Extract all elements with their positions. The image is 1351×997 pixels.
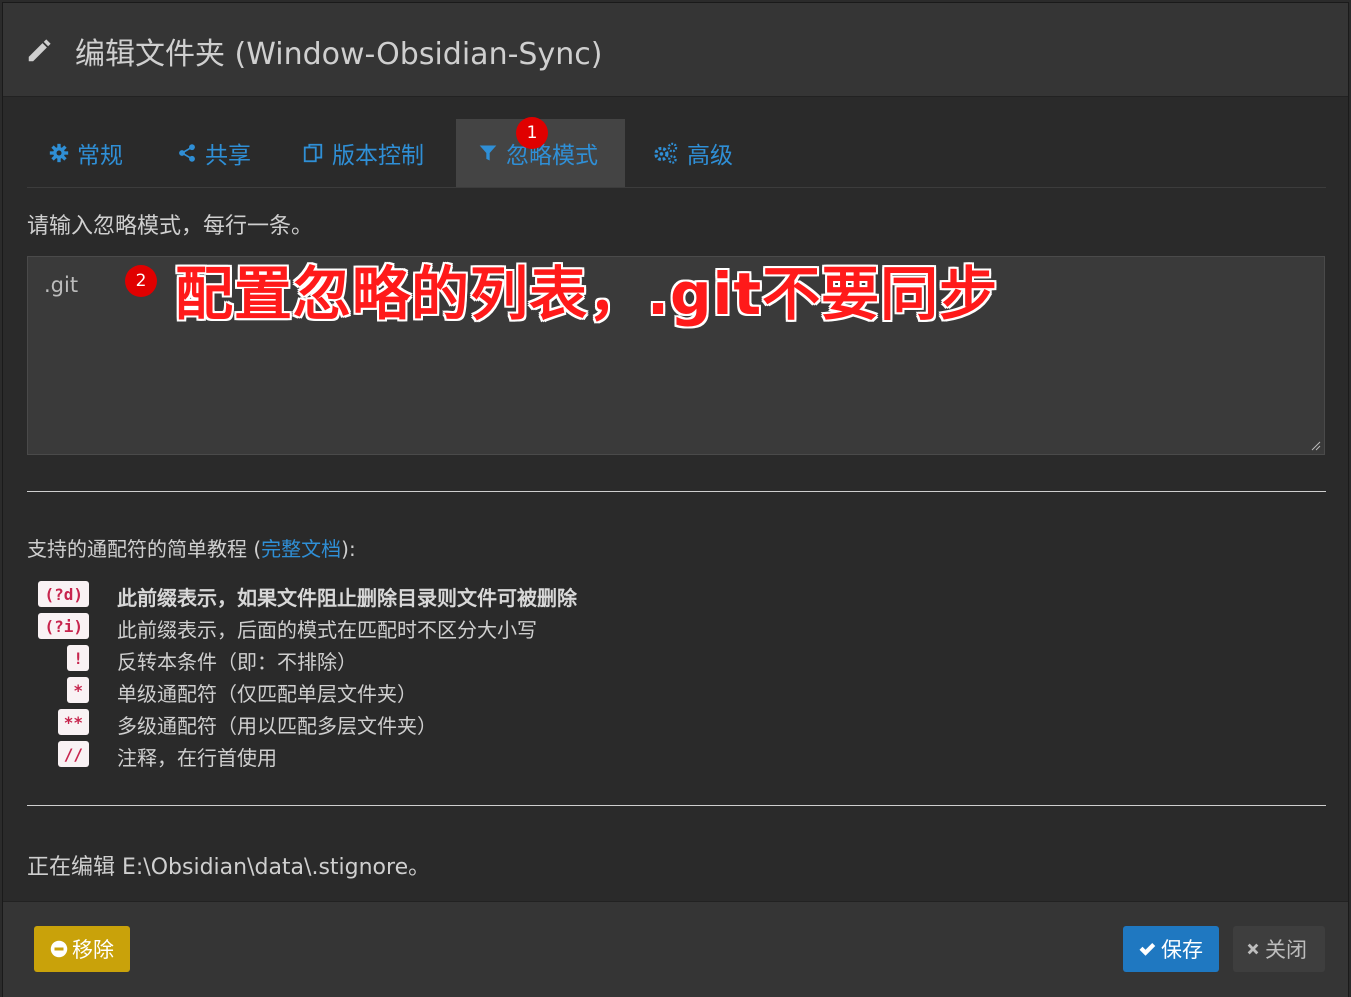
wildcard-intro-prefix: 支持的通配符的简单教程 (	[27, 537, 262, 561]
tab-versioning[interactable]: 版本控制	[280, 119, 446, 187]
ignore-prompt: 请输入忽略模式，每行一条。	[27, 214, 314, 239]
save-button[interactable]: 保存	[1123, 926, 1219, 972]
annotation-badge-1: 1	[516, 117, 548, 149]
annotation-badge-2: 2	[125, 265, 157, 297]
wildcard-row: // 注释，在行首使用	[27, 741, 927, 771]
modal-header: 编辑文件夹 (Window-Obsidian-Sync)	[3, 3, 1348, 97]
wildcard-intro-suffix: ):	[341, 537, 356, 561]
tab-label: 共享	[205, 143, 251, 169]
remove-label: 移除	[72, 938, 114, 962]
close-button[interactable]: 关闭	[1233, 926, 1325, 972]
wildcard-desc: 反转本条件（即：不排除）	[117, 649, 357, 674]
textarea-value: .git	[44, 273, 79, 297]
tab-bar: 常规 共享 版本控制 忽略模式 高级	[27, 119, 1326, 188]
modal-footer: 移除 保存 关闭	[3, 901, 1348, 997]
wildcard-code: //	[57, 741, 89, 767]
wildcard-row: ** 多级通配符（用以匹配多层文件夹）	[27, 709, 927, 739]
editing-file-path: 正在编辑 E:\Obsidian\data\.stignore。	[27, 855, 431, 880]
modal-title: 编辑文件夹 (Window-Obsidian-Sync)	[75, 37, 603, 72]
wildcard-row: (?i) 此前缀表示，后面的模式在匹配时不区分大小写	[27, 613, 927, 643]
share-icon	[179, 144, 195, 162]
pencil-icon	[28, 39, 51, 62]
tab-label: 高级	[687, 143, 733, 169]
divider	[27, 805, 1326, 806]
gears-icon	[654, 142, 678, 164]
wildcard-desc: 多级通配符（用以匹配多层文件夹）	[117, 713, 437, 738]
remove-button[interactable]: 移除	[34, 926, 130, 972]
wildcard-code: !	[67, 645, 89, 671]
full-docs-link[interactable]: 完整文档	[261, 537, 341, 561]
tab-sharing[interactable]: 共享	[155, 119, 273, 187]
tab-advanced[interactable]: 高级	[631, 119, 755, 187]
resize-handle-icon[interactable]	[1311, 441, 1321, 451]
filter-icon	[479, 145, 497, 161]
wildcard-desc: 此前缀表示，后面的模式在匹配时不区分大小写	[117, 617, 537, 642]
check-icon	[1139, 943, 1156, 956]
wildcard-desc: 注释，在行首使用	[117, 745, 277, 770]
copy-icon	[303, 143, 323, 163]
wildcard-code: (?d)	[38, 581, 89, 607]
wildcard-desc: 单级通配符（仅匹配单层文件夹）	[117, 681, 417, 706]
wildcard-row: * 单级通配符（仅匹配单层文件夹）	[27, 677, 927, 707]
divider	[27, 491, 1326, 492]
wildcard-code: **	[57, 709, 89, 735]
close-label: 关闭	[1265, 938, 1307, 962]
wildcard-row: ! 反转本条件（即：不排除）	[27, 645, 927, 675]
close-icon	[1247, 943, 1259, 955]
edit-folder-modal: 编辑文件夹 (Window-Obsidian-Sync) 常规 共享 版本控制 …	[2, 2, 1349, 997]
annotation-text: 配置忽略的列表，.git不要同步	[175, 260, 999, 328]
tab-general[interactable]: 常规	[27, 119, 145, 187]
wildcard-row: (?d) 此前缀表示，如果文件阻止删除目录则文件可被删除	[27, 581, 927, 611]
save-label: 保存	[1161, 938, 1203, 962]
minus-circle-icon	[50, 940, 68, 958]
wildcard-desc: 此前缀表示，如果文件阻止删除目录则文件可被删除	[117, 585, 577, 610]
tab-label: 常规	[77, 143, 123, 169]
wildcard-code: *	[67, 677, 89, 703]
tab-label: 版本控制	[332, 143, 424, 169]
wildcard-code: (?i)	[38, 613, 89, 639]
wildcard-intro: 支持的通配符的简单教程 (完整文档):	[27, 533, 356, 562]
gear-icon	[49, 143, 69, 163]
